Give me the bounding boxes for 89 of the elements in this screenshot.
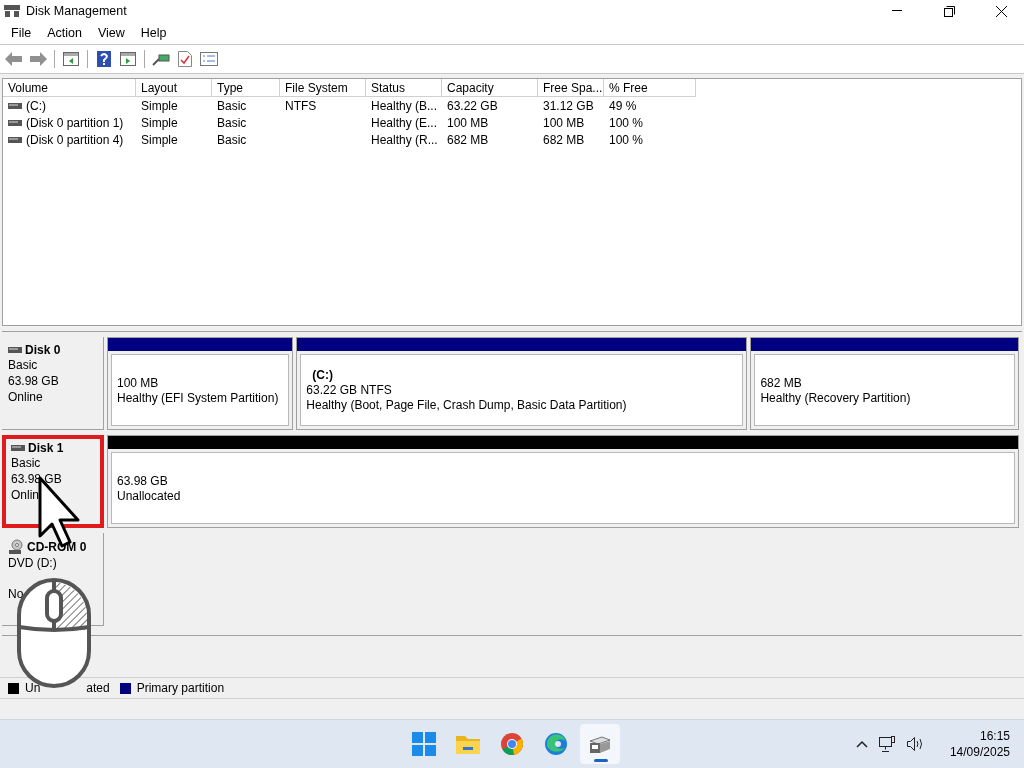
table-cell: Basic (217, 132, 247, 147)
column-header[interactable]: % Free (604, 79, 696, 97)
disk-info: DVD (D:) (8, 556, 58, 571)
maximize-icon (943, 5, 955, 17)
table-cell: 100 % (609, 132, 644, 147)
drive-icon (8, 101, 22, 110)
forward-button[interactable] (28, 49, 48, 69)
table-cell: (Disk 0 partition 1) (26, 115, 124, 130)
drive-icon (8, 135, 22, 144)
disk-info: Basic (8, 358, 39, 373)
cd-drive-icon (8, 539, 24, 555)
checklist-button[interactable] (175, 49, 195, 69)
table-cell: 100 % (609, 115, 644, 130)
start-icon (412, 732, 436, 756)
active-indicator (594, 759, 608, 762)
drive-icon (11, 444, 25, 452)
disk-management-icon (588, 733, 612, 755)
column-header[interactable]: Volume (3, 79, 136, 97)
partition-info: Unallocated (117, 488, 182, 503)
properties-button[interactable] (199, 49, 219, 69)
network-icon[interactable] (877, 735, 896, 753)
partition-block[interactable]: (C:) 63.22 GB NTFS Healthy (Boot, Page File, Crash Dump, Basic Data Partition) (296, 337, 748, 430)
window-title: Disk Management (26, 4, 128, 18)
partition-info: 63.22 GB NTFS (306, 383, 393, 397)
disk-label[interactable]: Disk 0 Basic 63.98 GB Online (2, 337, 104, 430)
legend-label: Primary partition (136, 681, 225, 695)
menu-item[interactable]: View (89, 26, 133, 40)
partition-info: 100 MB (117, 375, 160, 390)
minimize-icon (892, 10, 902, 12)
partition-block[interactable]: 100 MB Healthy (EFI System Partition) (107, 337, 294, 430)
partition-block[interactable]: 682 MB Healthy (Recovery Partition) (750, 337, 1019, 430)
table-cell: (C:) (26, 98, 46, 113)
clock-date: 14/09/2025 (949, 745, 1010, 759)
menu-item[interactable]: Action (39, 26, 90, 40)
column-header[interactable]: Capacity (442, 79, 538, 97)
chevron-up-icon[interactable] (855, 740, 868, 748)
column-header[interactable]: File System (280, 79, 366, 97)
disk-info: 63.98 GB (8, 374, 60, 389)
disk-name: Disk 1 (28, 441, 64, 455)
table-cell: (Disk 0 partition 4) (26, 132, 124, 147)
column-header[interactable]: Type (212, 79, 280, 97)
console-tree-button[interactable] (61, 49, 81, 69)
legend-label: ated (86, 681, 110, 695)
partition-block[interactable]: 63.98 GB Unallocated (107, 435, 1019, 528)
table-cell: 682 MB (447, 132, 489, 147)
help-button[interactable] (94, 49, 114, 69)
disk-management-icon (4, 4, 20, 18)
table-cell: Healthy (E... (371, 115, 438, 130)
table-cell: Simple (141, 98, 178, 113)
table-cell: Basic (217, 98, 247, 113)
column-header[interactable]: Free Spa... (538, 79, 604, 97)
disk-info: Basic (11, 456, 42, 471)
column-header[interactable]: Status (366, 79, 442, 97)
disk-info: 63.98 GB (11, 472, 63, 487)
partition-info: Healthy (Boot, Page File, Crash Dump, Basic Data Partition) (306, 398, 628, 412)
table-cell: Healthy (R... (371, 132, 438, 147)
action-pane-button[interactable] (118, 49, 138, 69)
partition-title: (C:) (311, 368, 334, 382)
table-cell: 100 MB (543, 115, 585, 130)
column-header[interactable]: Layout (136, 79, 212, 97)
table-cell: 63.22 GB (447, 98, 498, 113)
table-cell: Simple (141, 132, 178, 147)
table-cell: 31.12 GB (543, 98, 594, 113)
table-cell: 100 MB (447, 115, 489, 130)
menu-item[interactable]: File (3, 26, 40, 40)
table-cell: Basic (217, 115, 247, 130)
disk-info: Online (8, 390, 44, 405)
table-cell: Simple (141, 115, 178, 130)
table-cell: 49 % (609, 98, 637, 113)
table-cell: Healthy (B... (371, 98, 438, 113)
disk-info: No (8, 587, 25, 602)
menu-item[interactable]: Help (132, 26, 175, 40)
close-icon (995, 5, 1007, 17)
partition-info: 682 MB (760, 375, 803, 390)
drive-icon (8, 346, 22, 354)
legend-label: Un (25, 681, 41, 695)
browser-icon (500, 732, 524, 756)
partition-info: Healthy (EFI System Partition) (117, 390, 280, 405)
folder-icon (455, 733, 481, 755)
partition-info: 63.98 GB (117, 473, 169, 488)
disk-name: Disk 0 (25, 343, 61, 357)
table-cell: NTFS (285, 98, 317, 113)
drive-icon (8, 118, 22, 127)
disk-info: Onlin (11, 488, 40, 503)
taskbar-app-button[interactable] (580, 724, 620, 764)
partition-info: Healthy (Recovery Partition) (760, 390, 912, 405)
edge-icon (544, 732, 568, 756)
clock-time: 16:15 (979, 729, 1010, 743)
table-cell: 682 MB (543, 132, 585, 147)
